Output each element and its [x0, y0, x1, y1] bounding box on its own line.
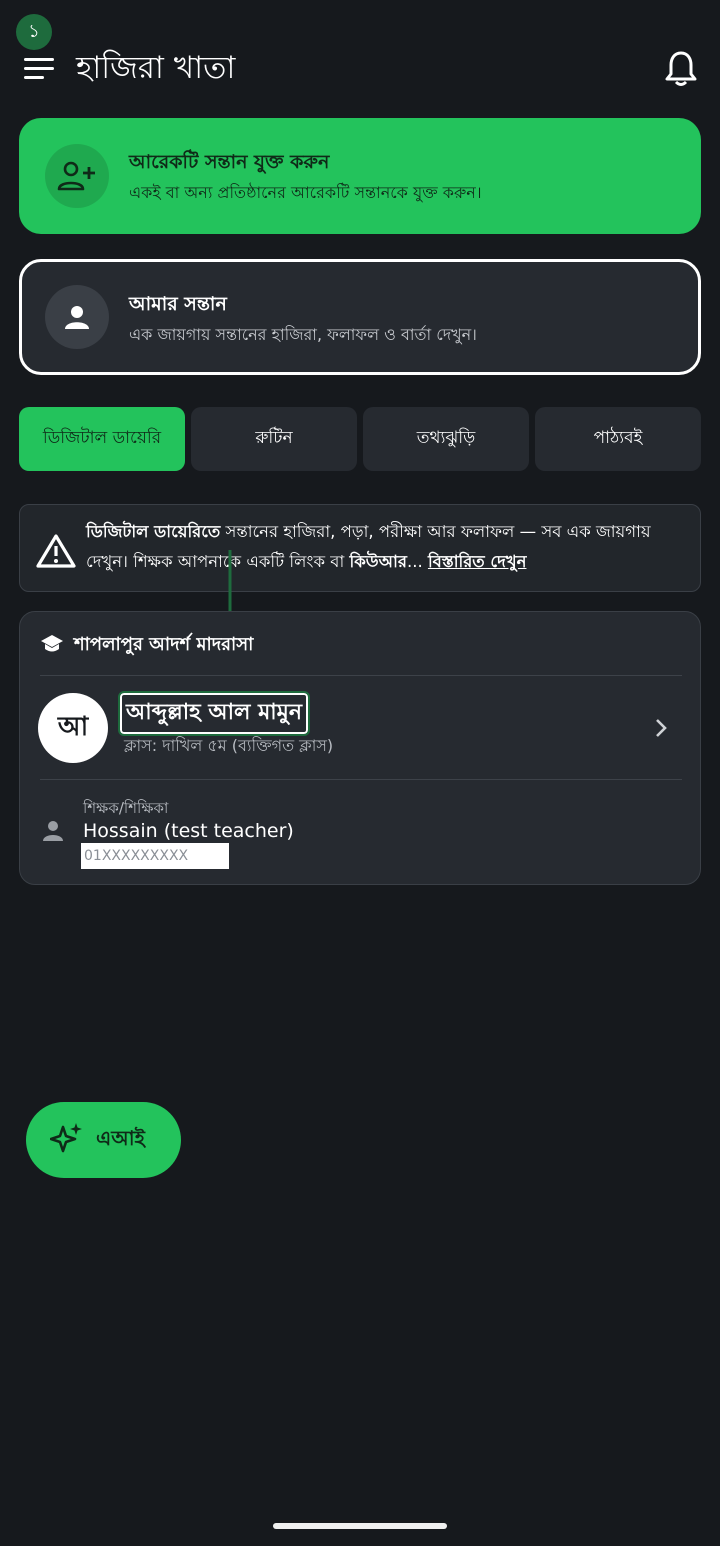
step-badge: ১: [16, 14, 52, 50]
notice-ellipsis: ...: [406, 552, 428, 571]
add-child-subtitle: একই বা অন্য প্রতিষ্ঠানের আরেকটি সন্তানকে…: [129, 183, 482, 202]
my-child-subtitle: এক জায়গায় সন্তানের হাজিরা, ফলাফল ও বার…: [129, 325, 477, 344]
graduation-cap-icon: [40, 634, 64, 654]
hamburger-icon[interactable]: [24, 58, 54, 80]
tab-textbook[interactable]: পাঠ্যবই: [535, 407, 701, 471]
my-child-title: আমার সন্তান: [129, 293, 227, 315]
teacher-phone[interactable]: 01XXXXXXXXX: [81, 843, 229, 869]
student-name: আব্দুল্লাহ আল মামুন: [117, 691, 311, 736]
home-indicator[interactable]: [273, 1523, 447, 1529]
person-icon: [45, 285, 109, 349]
divider: [40, 675, 682, 676]
info-notice: ডিজিটাল ডায়েরিতে সন্তানের হাজিরা, পড়া,…: [19, 504, 701, 592]
my-child-card[interactable]: আমার সন্তান এক জায়গায় সন্তানের হাজিরা,…: [19, 259, 701, 375]
sparkle-icon: [49, 1121, 84, 1159]
notice-bold-qr: কিউআর: [349, 552, 407, 571]
teacher-person-icon: [42, 820, 64, 842]
see-details-link[interactable]: বিস্তারিত দেখুন: [428, 552, 527, 571]
notice-text: ডিজিটাল ডায়েরিতে সন্তানের হাজিরা, পড়া,…: [86, 517, 696, 577]
ai-button[interactable]: এআই: [26, 1102, 181, 1178]
student-class: ক্লাস: দাখিল ৫ম (ব্যক্তিগত ক্লাস): [124, 736, 334, 755]
ai-button-label: এআই: [96, 1125, 145, 1150]
chevron-right-icon: [654, 717, 668, 739]
teacher-label: শিক্ষক/শিক্ষিকা: [83, 799, 169, 817]
divider: [40, 779, 682, 780]
tab-info-basket[interactable]: তথ্যঝুড়ি: [363, 407, 529, 471]
institution-card: শাপলাপুর আদর্শ মাদরাসা আ আব্দুল্লাহ আল ম…: [19, 611, 701, 885]
student-row[interactable]: আ আব্দুল্লাহ আল মামুন ক্লাস: দাখিল ৫ম (ব…: [20, 677, 700, 779]
bell-icon[interactable]: [664, 50, 698, 88]
avatar: আ: [38, 693, 108, 763]
notice-bold-lead: ডিজিটাল ডায়েরিতে: [86, 522, 221, 541]
app-title: হাজিরা খাতা: [76, 50, 236, 86]
tab-digital-diary[interactable]: ডিজিটাল ডায়েরি: [19, 407, 185, 471]
teacher-name: Hossain (test teacher): [83, 820, 294, 842]
tab-routine[interactable]: রুটিন: [191, 407, 357, 471]
add-person-icon: [45, 144, 109, 208]
warning-icon: [36, 533, 76, 569]
institution-name: শাপলাপুর আদর্শ মাদরাসা: [74, 634, 254, 655]
add-child-card[interactable]: আরেকটি সন্তান যুক্ত করুন একই বা অন্য প্র…: [19, 118, 701, 234]
add-child-title: আরেকটি সন্তান যুক্ত করুন: [129, 151, 330, 173]
